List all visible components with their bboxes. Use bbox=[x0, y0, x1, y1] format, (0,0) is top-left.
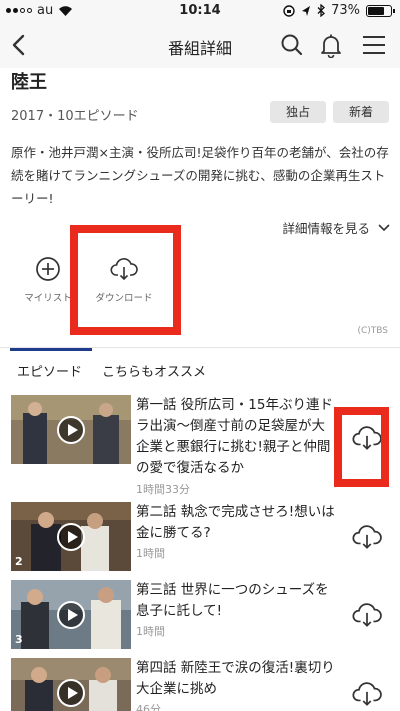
exclusive-badge: 独占 bbox=[270, 101, 326, 123]
tab-episodes[interactable]: エピソード bbox=[17, 361, 82, 380]
add-circle-icon bbox=[36, 257, 60, 281]
episode-title: 第四話 新陸王で涙の復活!裏切り大企業に挑め bbox=[136, 660, 335, 697]
tab-recommended[interactable]: こちらもオススメ bbox=[102, 361, 206, 380]
episode-thumbnail[interactable] bbox=[11, 395, 131, 464]
more-info-link[interactable]: 詳細情報を見る bbox=[282, 218, 390, 237]
cloud-download-icon[interactable] bbox=[352, 522, 382, 552]
navigation-bar: 番組詳細 bbox=[0, 22, 400, 68]
more-info-label: 詳細情報を見る bbox=[282, 221, 370, 236]
episode-title: 第二話 執念で完成させろ!想いは金に勝てる? bbox=[136, 504, 335, 541]
battery-icon bbox=[366, 4, 395, 17]
chevron-down-icon bbox=[378, 223, 390, 231]
cloud-download-icon[interactable] bbox=[352, 679, 382, 709]
cloud-download-icon[interactable] bbox=[352, 600, 382, 630]
new-badge: 新着 bbox=[333, 101, 389, 123]
episode-duration: 1時間 bbox=[136, 547, 165, 560]
location-icon bbox=[302, 5, 311, 16]
menu-icon[interactable] bbox=[361, 32, 387, 58]
rotation-lock-icon bbox=[283, 4, 295, 17]
bluetooth-icon bbox=[317, 4, 326, 17]
episode-duration: 1時間 bbox=[136, 625, 165, 638]
battery-percent: 73% bbox=[331, 3, 360, 18]
episode-thumbnail[interactable] bbox=[11, 658, 131, 711]
play-icon[interactable] bbox=[57, 523, 85, 551]
highlight-box-download bbox=[70, 225, 181, 335]
highlight-box-episode-download bbox=[334, 407, 389, 487]
copyright-text: (C)TBS bbox=[357, 326, 388, 336]
show-meta: 2017・10エピソード bbox=[11, 109, 139, 124]
episode-thumbnail[interactable]: 2 bbox=[11, 502, 131, 571]
show-description: 原作・池井戸潤×主演・役所広司!足袋作り百年の老舗が、会社の存続を賭けてランニン… bbox=[11, 145, 389, 206]
status-bar: au 10:14 73% bbox=[0, 0, 400, 22]
show-title: 陸王 bbox=[11, 72, 47, 93]
episode-duration: 46分 bbox=[136, 703, 161, 711]
tab-bar: エピソード こちらもオススメ bbox=[0, 348, 400, 384]
play-icon[interactable] bbox=[57, 601, 85, 629]
episode-duration: 1時間33分 bbox=[136, 483, 190, 496]
episode-thumbnail[interactable]: 3 bbox=[11, 580, 131, 649]
episode-title: 第一話 役所広司・15年ぶり連ドラ出演〜倒産寸前の足袋屋が大企業と悪銀行に挑む!… bbox=[136, 397, 333, 476]
bell-icon[interactable] bbox=[318, 32, 344, 58]
play-icon[interactable] bbox=[57, 679, 85, 707]
search-icon[interactable] bbox=[279, 32, 305, 58]
play-icon[interactable] bbox=[57, 416, 85, 444]
episode-number: 2 bbox=[15, 555, 23, 568]
tab-indicator bbox=[10, 348, 92, 351]
episode-title: 第三話 世界に一つのシューズを息子に託して! bbox=[136, 582, 329, 619]
episode-number: 3 bbox=[15, 633, 23, 646]
